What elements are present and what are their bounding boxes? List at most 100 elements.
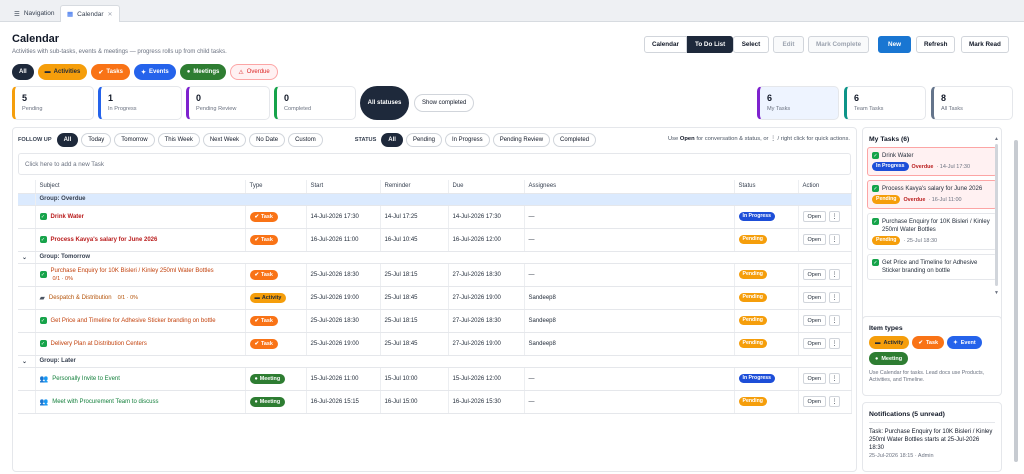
open-button[interactable]: Open <box>802 373 826 384</box>
col-action: Action <box>798 180 852 194</box>
truck-icon: ▰ <box>39 294 45 302</box>
filter-all[interactable]: All <box>12 64 34 80</box>
mark-read-button[interactable]: Mark Read <box>961 36 1009 53</box>
stat-team-tasks[interactable]: 6 Team Tasks <box>844 86 926 120</box>
more-icon[interactable]: ⋮ <box>828 292 840 303</box>
col-subject[interactable]: Subject <box>35 180 246 194</box>
my-tasks-scrollbar[interactable]: ▲ ▼ <box>994 136 999 296</box>
my-task-card[interactable]: ✓ Drink Water In Progress Overdue · 14-Jul … <box>867 147 997 176</box>
stat-pending-review[interactable]: 0 Pending Review <box>186 86 270 120</box>
followup-next-week[interactable]: Next Week <box>202 133 247 147</box>
open-button[interactable]: Open <box>802 338 826 349</box>
table-row[interactable]: ▰ Despatch & Distribution 0/1 · 0% ▬ Activi… <box>18 286 852 310</box>
task-check-icon: ✓ <box>39 317 47 324</box>
my-task-card[interactable]: ✓ Purchase Enquiry for 10K Bisleri / Kinl… <box>867 213 997 250</box>
table-row[interactable]: ✓ Process Kavya's salary for June 2026 ✔ T… <box>18 228 852 252</box>
notification-item[interactable]: Task: Purchase Enquiry for 10K Bisleri /… <box>869 422 995 460</box>
col-assignees[interactable]: Assignees <box>524 180 735 194</box>
col-start[interactable]: Start <box>306 180 381 194</box>
filter-overdue[interactable]: ⚠ Overdue <box>230 64 278 80</box>
col-status[interactable]: Status <box>734 180 799 194</box>
chevron-down-icon[interactable]: ⌄ <box>18 355 36 368</box>
stat-all-tasks[interactable]: 8 All Tasks <box>931 86 1013 120</box>
stat-pending[interactable]: 5 Pending <box>12 86 94 120</box>
table-row[interactable]: ✓ Get Price and Timeline for Adhesive Sti… <box>18 309 852 333</box>
notifications-title: Notifications (5 unread) <box>869 411 945 418</box>
status-pending[interactable]: Pending <box>405 133 442 147</box>
status-all[interactable]: All <box>381 133 403 147</box>
calendar-view-button[interactable]: Calendar <box>644 36 687 53</box>
table-row[interactable]: 👥 Meet with Procurement Team to discuss ●… <box>18 390 852 414</box>
followup-today[interactable]: Today <box>81 133 112 147</box>
followup-all[interactable]: All <box>56 133 79 147</box>
more-icon[interactable]: ⋮ <box>828 315 840 326</box>
chevron-down-icon[interactable]: ⌄ <box>18 251 36 264</box>
status-in-progress[interactable]: In Progress <box>445 133 490 147</box>
event-icon: ✦ <box>140 69 146 76</box>
group-row[interactable]: ⌄ Group: Tomorrow <box>18 251 852 264</box>
open-button[interactable]: Open <box>802 234 826 245</box>
filter-activities[interactable]: ▬ Activities <box>37 64 88 80</box>
close-icon[interactable]: ✕ <box>108 11 113 18</box>
more-icon[interactable]: ⋮ <box>828 211 840 222</box>
tab-navigation[interactable]: ☰ Navigation <box>8 5 61 22</box>
edit-button[interactable]: Edit <box>773 36 804 53</box>
table-row[interactable]: 👥 Personally Invite to Event ● Meeting 15-… <box>18 367 852 391</box>
scroll-down-icon[interactable]: ▼ <box>994 290 999 296</box>
scroll-up-icon[interactable]: ▲ <box>994 136 999 142</box>
mark-complete-button[interactable]: Mark Complete <box>808 36 870 53</box>
open-button[interactable]: Open <box>802 269 826 280</box>
my-task-card[interactable]: ✓ Process Kavya's salary for June 2026 Pe… <box>867 180 997 209</box>
open-button[interactable]: Open <box>802 211 826 222</box>
col-type[interactable]: Type <box>245 180 307 194</box>
open-button[interactable]: Open <box>802 315 826 326</box>
more-icon[interactable]: ⋮ <box>828 234 840 245</box>
filter-meetings[interactable]: ● Meetings <box>179 64 227 80</box>
more-icon[interactable]: ⋮ <box>828 373 840 384</box>
table-header: Subject Type Start Reminder Due Assignee… <box>18 180 852 194</box>
type-badge: ✔ Task <box>249 211 278 222</box>
followup-tomorrow[interactable]: Tomorrow <box>114 133 155 147</box>
people-icon: ● <box>186 69 191 75</box>
all-statuses-button[interactable]: All statuses <box>360 86 409 120</box>
calendar-icon: ▦ <box>67 11 74 18</box>
status-badge: In Progress <box>738 212 776 221</box>
todo-list-button[interactable]: To Do List <box>686 36 734 53</box>
page-scrollbar[interactable] <box>1014 140 1018 462</box>
status-pending-review[interactable]: Pending Review <box>492 133 551 147</box>
refresh-button[interactable]: Refresh <box>916 36 956 53</box>
more-icon[interactable]: ⋮ <box>828 338 840 349</box>
col-reminder[interactable]: Reminder <box>380 180 449 194</box>
status-badge: Pending <box>738 293 767 302</box>
collapse-icon[interactable] <box>18 193 36 206</box>
more-icon[interactable]: ⋮ <box>828 396 840 407</box>
followup-no-date[interactable]: No Date <box>249 133 286 147</box>
type-badge: ✔ Task <box>249 234 278 245</box>
open-button[interactable]: Open <box>802 396 826 407</box>
add-task-input[interactable]: Click here to add a new Task <box>18 153 851 175</box>
col-due[interactable]: Due <box>448 180 525 194</box>
select-button[interactable]: Select <box>733 36 769 53</box>
table-row[interactable]: ✓ Delivery Plan at Distribution Centers ✔… <box>18 332 852 356</box>
new-button[interactable]: New <box>878 36 911 53</box>
my-task-card[interactable]: ✓ Get Price and Timeline for Adhesive Sti… <box>867 254 997 280</box>
table-row[interactable]: ✓ Purchase Enquiry for 10K Bisleri / Kinl… <box>18 263 852 287</box>
show-completed-button[interactable]: Show completed <box>414 94 475 112</box>
followup-custom[interactable]: Custom <box>288 133 323 147</box>
more-icon[interactable]: ⋮ <box>828 269 840 280</box>
task-table: Subject Type Start Reminder Due Assignee… <box>18 180 852 414</box>
group-row[interactable]: ⌄ Group: Later <box>18 355 852 368</box>
status-badge: Pending <box>738 235 767 244</box>
filter-events[interactable]: ✦ Events <box>133 64 176 80</box>
table-row[interactable]: ✓ Drink Water ✔ Task 14-Jul-2026 17:30 14-… <box>18 205 852 229</box>
open-button[interactable]: Open <box>802 292 826 303</box>
group-row[interactable]: Group: Overdue <box>18 193 852 206</box>
tab-calendar[interactable]: ▦ Calendar ✕ <box>60 5 120 22</box>
stat-in-progress[interactable]: 1 In Progress <box>98 86 182 120</box>
filter-tasks[interactable]: ✔ Tasks <box>91 64 130 80</box>
people-icon: 👥 <box>39 375 49 383</box>
stat-my-tasks[interactable]: 6 My Tasks <box>757 86 839 120</box>
stat-completed[interactable]: 0 Completed <box>274 86 356 120</box>
followup-this-week[interactable]: This Week <box>157 133 200 147</box>
status-completed[interactable]: Completed <box>553 133 597 147</box>
